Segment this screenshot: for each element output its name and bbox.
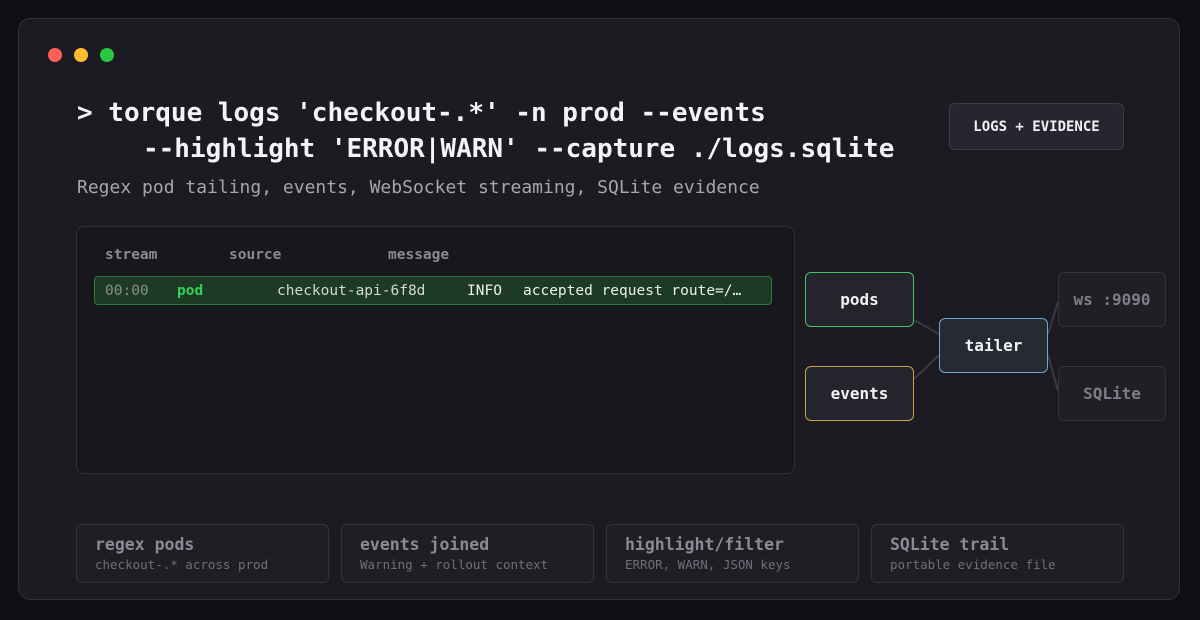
feature-card-events-joined: events joined Warning + rollout context [341, 524, 594, 583]
feature-card-desc: portable evidence file [890, 557, 1056, 572]
feature-card-title: regex pods [95, 535, 195, 554]
feature-card-regex-pods: regex pods checkout-.* across prod [76, 524, 329, 583]
feature-card-highlight-filter: highlight/filter ERROR, WARN, JSON keys [606, 524, 859, 583]
feature-card-title: SQLite trail [890, 535, 1010, 554]
pipeline-node-events: events [805, 366, 914, 421]
edge-pods-tailer [913, 319, 940, 335]
pipeline-node-ws: ws :9090 [1058, 272, 1166, 327]
edge-tailer-ws [1047, 301, 1059, 335]
feature-card-title: highlight/filter [625, 535, 784, 554]
feature-card-desc: Warning + rollout context [360, 557, 549, 572]
feature-card-desc: checkout-.* across prod [95, 557, 269, 572]
pipeline-connectors [913, 301, 1059, 392]
pipeline-node-pods: pods [805, 272, 914, 327]
edge-events-tailer [913, 354, 940, 380]
pipeline-node-tailer: tailer [939, 318, 1048, 373]
feature-card-title: events joined [360, 535, 490, 554]
feature-card-desc: ERROR, WARN, JSON keys [625, 557, 791, 572]
terminal-window: > torque logs 'checkout-.*' -n prod --ev… [18, 18, 1180, 600]
pipeline-node-sqlite: SQLite [1058, 366, 1166, 421]
edge-tailer-sqlite [1047, 354, 1059, 392]
feature-card-sqlite-trail: SQLite trail portable evidence file [871, 524, 1124, 583]
